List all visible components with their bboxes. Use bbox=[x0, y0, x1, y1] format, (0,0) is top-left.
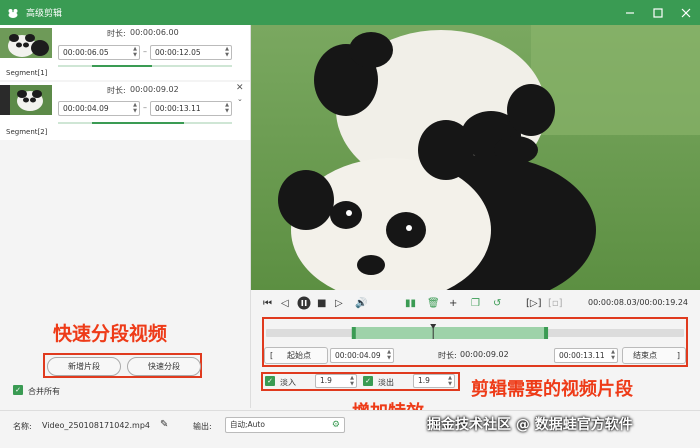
segment-range-bar bbox=[92, 65, 152, 67]
segment-end-input[interactable]: 00:00:12.05 ▲ ▼ bbox=[150, 45, 232, 60]
duration-label: 时长: bbox=[438, 351, 457, 360]
pause-icon[interactable] bbox=[297, 296, 311, 314]
fade-in-checkbox[interactable]: ✓ bbox=[265, 376, 275, 386]
spinner-icon[interactable]: ▲ ▼ bbox=[387, 349, 391, 361]
fade-out-input[interactable]: 1.9 ▲ ▼ bbox=[413, 374, 455, 388]
range-dash: – bbox=[143, 103, 147, 112]
segment-duration: 00:00:06.00 bbox=[130, 28, 179, 37]
skip-start-icon[interactable]: ⏮ bbox=[263, 298, 272, 310]
frame-icon[interactable]: [▷] bbox=[526, 298, 542, 310]
name-label: 名称: bbox=[13, 422, 32, 431]
set-start-button[interactable]: [ 起始点 bbox=[264, 347, 328, 364]
segment-end-input[interactable]: 00:00:13.11 ▲ ▼ bbox=[150, 101, 232, 116]
segment-start-value: 00:00:06.05 bbox=[63, 48, 109, 57]
bracket-right: ] bbox=[676, 351, 680, 360]
segment-duration-label: 时长: bbox=[107, 86, 126, 95]
set-start-label: 起始点 bbox=[287, 351, 311, 360]
playback-timecode: 00:00:08.03/00:00:19.24 bbox=[588, 298, 688, 307]
merge-all-label: 合并所有 bbox=[28, 387, 60, 396]
split-button-row: 新增片段 快速分段 bbox=[43, 355, 202, 377]
step-back-icon[interactable]: ◁ bbox=[281, 298, 289, 310]
title-bar: 高级剪辑 bbox=[0, 0, 700, 25]
step-forward-icon[interactable]: ▷ bbox=[335, 298, 343, 310]
split-icon[interactable]: ▮▮ bbox=[405, 298, 416, 310]
timeline[interactable] bbox=[266, 324, 684, 340]
chevron-down-icon[interactable]: ⌄ bbox=[237, 95, 243, 103]
segment-panel: Segment[1] 时长: 00:00:06.00 00:00:06.05 ▲… bbox=[0, 25, 251, 408]
fade-out-checkbox[interactable]: ✓ bbox=[363, 376, 373, 386]
undo-icon[interactable]: ↺ bbox=[493, 298, 501, 310]
spinner-icon[interactable]: ▲ ▼ bbox=[225, 102, 229, 114]
stop-icon[interactable]: ■ bbox=[317, 298, 326, 310]
output-label: 输出: bbox=[193, 422, 212, 431]
spinner-icon[interactable]: ▲ ▼ bbox=[448, 375, 452, 387]
file-name: Video_250108171042.mp4 bbox=[42, 421, 150, 430]
segment-start-input[interactable]: 00:00:04.09 ▲ ▼ bbox=[58, 101, 140, 116]
segment-duration: 00:00:09.02 bbox=[130, 85, 179, 94]
delete-icon[interactable]: 🗑 bbox=[427, 298, 440, 310]
duration-value: 00:00:09.02 bbox=[460, 350, 509, 359]
segment-duration-label: 时长: bbox=[107, 29, 126, 38]
output-path-value: 自动;Auto bbox=[230, 420, 265, 429]
add-segment-button[interactable]: 新增片段 bbox=[47, 357, 121, 376]
fade-out-value: 1.9 bbox=[418, 376, 430, 385]
watermark: 掘金技术社区 @ 数据蛙官方软件 bbox=[427, 417, 633, 433]
spinner-icon[interactable]: ▲ ▼ bbox=[611, 349, 615, 361]
segment-end-value: 00:00:13.11 bbox=[155, 104, 201, 113]
playback-controls: ⏮ ◁ ■ ▷ 🔊 ▮▮ 🗑 + ❐ ↺ [▷] [▫] 00:00:08.03… bbox=[251, 290, 700, 318]
merge-all-checkbox[interactable]: ✓ bbox=[13, 385, 23, 395]
annotation-quick-split: 快速分段视频 bbox=[53, 323, 168, 345]
segment-item[interactable]: Segment[2] 时长: 00:00:09.02 ✕ ⌄ 00:00:04.… bbox=[0, 82, 250, 140]
segment-thumbnail bbox=[0, 28, 52, 58]
video-preview[interactable] bbox=[251, 25, 700, 290]
trim-points-row: [ 起始点 00:00:04.09 ▲ ▼ 时长: 00:00:09.02 00:… bbox=[264, 347, 688, 364]
add-icon[interactable]: + bbox=[449, 298, 457, 310]
spinner-icon[interactable]: ▲ ▼ bbox=[225, 46, 229, 58]
segment-end-value: 00:00:12.05 bbox=[155, 48, 201, 57]
start-point-value: 00:00:04.09 bbox=[335, 351, 381, 360]
spinner-icon[interactable]: ▲ ▼ bbox=[350, 375, 354, 387]
segment-label: Segment[2] bbox=[6, 128, 48, 136]
segment-start-input[interactable]: 00:00:06.05 ▲ ▼ bbox=[58, 45, 140, 60]
segment-range-bar bbox=[92, 122, 184, 124]
fade-in-value: 1.9 bbox=[320, 376, 332, 385]
app-logo-icon bbox=[6, 6, 20, 20]
close-icon[interactable] bbox=[672, 0, 700, 25]
copy-icon[interactable]: ❐ bbox=[471, 298, 480, 310]
fade-out-label: 淡出 bbox=[378, 378, 394, 387]
close-icon[interactable]: ✕ bbox=[236, 83, 244, 93]
spinner-icon[interactable]: ▲ ▼ bbox=[133, 46, 137, 58]
minimize-icon[interactable] bbox=[616, 0, 644, 25]
segment-item[interactable]: Segment[1] 时长: 00:00:06.00 00:00:06.05 ▲… bbox=[0, 25, 250, 80]
edit-icon[interactable]: ✎ bbox=[160, 419, 168, 430]
set-end-button[interactable]: 结束点 ] bbox=[622, 347, 686, 364]
volume-icon[interactable]: 🔊 bbox=[355, 298, 367, 310]
bracket-left: [ bbox=[270, 351, 274, 360]
fade-in-label: 淡入 bbox=[280, 378, 296, 387]
end-point-input[interactable]: 00:00:13.11 ▲ ▼ bbox=[554, 348, 618, 363]
output-path-select[interactable]: 自动;Auto ⚙ bbox=[225, 417, 345, 433]
settings-icon[interactable]: ⚙ bbox=[332, 418, 340, 432]
end-point-value: 00:00:13.11 bbox=[559, 351, 605, 360]
range-dash: – bbox=[143, 47, 147, 56]
window-title: 高级剪辑 bbox=[26, 9, 63, 19]
quick-split-button[interactable]: 快速分段 bbox=[127, 357, 201, 376]
maximize-icon[interactable] bbox=[644, 0, 672, 25]
crop-icon[interactable]: [▫] bbox=[548, 298, 563, 310]
segment-thumbnail bbox=[0, 85, 52, 115]
spinner-icon[interactable]: ▲ ▼ bbox=[133, 102, 137, 114]
fade-in-input[interactable]: 1.9 ▲ ▼ bbox=[315, 374, 357, 388]
start-point-input[interactable]: 00:00:04.09 ▲ ▼ bbox=[330, 348, 394, 363]
segment-start-value: 00:00:04.09 bbox=[63, 104, 109, 113]
annotation-clip-needed: 剪辑需要的视频片段 bbox=[471, 379, 633, 400]
set-end-label: 结束点 bbox=[633, 351, 657, 360]
segment-label: Segment[1] bbox=[6, 69, 48, 77]
